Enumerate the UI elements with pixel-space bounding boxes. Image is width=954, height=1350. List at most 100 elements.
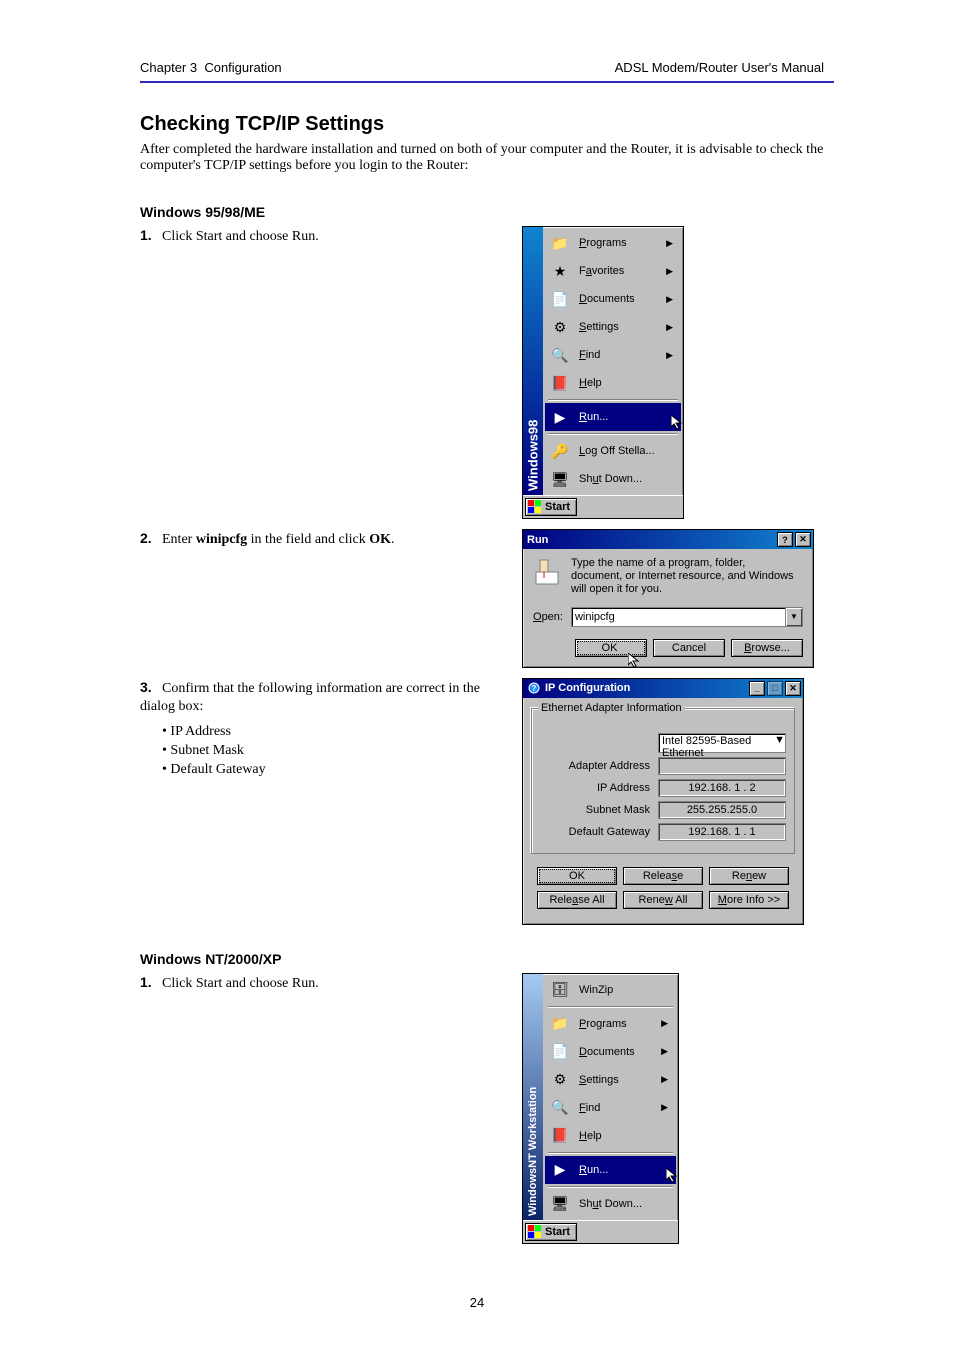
run-description: Type the name of a program, folder, docu… <box>571 557 803 597</box>
ipconfig-title: IP Configuration <box>545 682 630 694</box>
winnt-step1-text: 1.Click Start and choose Run. <box>140 973 522 994</box>
menu-item-documents[interactable]: 📄 Documents▶ <box>545 1038 676 1066</box>
browse-button[interactable]: Browse... <box>731 639 803 657</box>
run-titlebar: Run ? ✕ <box>523 530 813 549</box>
help-icon: 📕 <box>549 373 571 393</box>
gw-value: 192.168. 1 . 1 <box>658 823 786 841</box>
windows-logo-icon <box>528 500 542 514</box>
menu-item-settings[interactable]: ⚙ Settings▶ <box>545 1066 676 1094</box>
ok-button[interactable]: OK <box>537 867 617 885</box>
subsection-win98: Windows 95/98/ME <box>140 204 834 220</box>
ipconfig-titlebar: ? IP Configuration _ □ ✕ <box>523 679 803 698</box>
adapter-groupbox: Ethernet Adapter Information Intel 82595… <box>531 708 795 854</box>
start-menu-banner: WindowsNT Workstation <box>523 974 543 1220</box>
page-number: 24 <box>0 1295 954 1310</box>
shutdown-icon: 🖥 <box>549 1194 571 1214</box>
find-icon: 🔍 <box>549 1098 571 1118</box>
programs-icon: 📁 <box>549 233 571 253</box>
ipconfig-icon: ? <box>527 681 541 695</box>
header-rule <box>140 81 834 83</box>
menu-item-help[interactable]: 📕 Help <box>545 369 681 397</box>
help-button[interactable]: ? <box>777 532 793 547</box>
ipconfig-dialog: ? IP Configuration _ □ ✕ Ethernet Adapte… <box>522 678 804 925</box>
ip-value: 192.168. 1 . 2 <box>658 779 786 797</box>
win98-step3-text: 3.Confirm that the following information… <box>140 678 522 780</box>
settings-icon: ⚙ <box>549 1070 571 1090</box>
menu-item-logoff[interactable]: 🔑 Log Off Stella... <box>545 437 681 465</box>
menu-separator <box>548 433 678 435</box>
logoff-icon: 🔑 <box>549 441 571 461</box>
open-combobox[interactable]: ▼ <box>571 607 803 627</box>
start-button[interactable]: Start <box>525 1223 577 1241</box>
doc-title: ADSL Modem/Router User's Manual <box>615 60 824 75</box>
windows-logo-icon <box>528 1225 542 1239</box>
taskbar: Start <box>523 1220 678 1243</box>
close-button[interactable]: ✕ <box>785 681 801 696</box>
menu-item-help[interactable]: 📕 Help <box>545 1122 676 1150</box>
subsection-winnt: Windows NT/2000/XP <box>140 951 834 967</box>
menu-item-settings[interactable]: ⚙ Settings▶ <box>545 313 681 341</box>
ok-button[interactable]: OK <box>575 639 647 657</box>
menu-item-run[interactable]: ▶ Run... <box>545 403 681 431</box>
menu-separator <box>548 1006 673 1008</box>
menu-item-shutdown[interactable]: 🖥 Shut Down... <box>545 465 681 493</box>
favorites-icon: ★ <box>549 261 571 281</box>
maximize-button[interactable]: □ <box>767 681 783 696</box>
close-button[interactable]: ✕ <box>795 532 811 547</box>
menu-item-documents[interactable]: 📄 Documents▶ <box>545 285 681 313</box>
section-title: Checking TCP/IP Settings <box>140 113 834 136</box>
dropdown-button[interactable]: ▼ <box>774 734 785 752</box>
find-icon: 🔍 <box>549 345 571 365</box>
menu-item-winzip[interactable]: 🗄 WinZip <box>545 976 676 1004</box>
run-title: Run <box>527 534 548 546</box>
adapter-address-label: Adapter Address <box>540 760 658 772</box>
winzip-icon: 🗄 <box>549 980 571 1000</box>
run-icon: ▶ <box>549 1160 571 1180</box>
menu-item-programs[interactable]: 📁 Programs▶ <box>545 1010 676 1038</box>
winnt-start-menu: WindowsNT Workstation 🗄 WinZip 📁 Program… <box>522 973 679 1244</box>
help-icon: 📕 <box>549 1126 571 1146</box>
menu-item-find[interactable]: 🔍 Find▶ <box>545 341 681 369</box>
start-menu-banner: Windows98 <box>523 227 543 495</box>
shutdown-icon: 🖥 <box>549 469 571 489</box>
menu-item-programs[interactable]: 📁 Programs▶ <box>545 229 681 257</box>
open-label: Open: <box>533 611 563 623</box>
menu-separator <box>548 1152 673 1154</box>
minimize-button[interactable]: _ <box>749 681 765 696</box>
menu-item-find[interactable]: 🔍 Find▶ <box>545 1094 676 1122</box>
gw-label: Default Gateway <box>540 826 658 838</box>
menu-separator <box>548 399 678 401</box>
win98-step2-text: 2.Enter winipcfg in the field and click … <box>140 529 522 550</box>
menu-item-run[interactable]: ▶ Run... <box>545 1156 676 1184</box>
menu-separator <box>548 1186 673 1188</box>
documents-icon: 📄 <box>549 289 571 309</box>
ip-label: IP Address <box>540 782 658 794</box>
adapter-combo[interactable]: Intel 82595-Based Ethernet ▼ <box>658 733 786 753</box>
mask-label: Subnet Mask <box>540 804 658 816</box>
chapter-label: Chapter 3 Configuration <box>140 60 282 75</box>
mask-value: 255.255.255.0 <box>658 801 786 819</box>
section-intro: After completed the hardware installatio… <box>140 142 834 174</box>
win98-start-menu: Windows98 📁 Programs▶ ★ Favorites▶ 📄 <box>522 226 684 519</box>
run-icon: ▶ <box>549 407 571 427</box>
taskbar: Start <box>523 495 683 518</box>
release-button[interactable]: Release <box>623 867 703 885</box>
menu-item-shutdown[interactable]: 🖥 Shut Down... <box>545 1190 676 1218</box>
group-title: Ethernet Adapter Information <box>538 702 685 714</box>
run-dialog-icon <box>533 557 561 587</box>
release-all-button[interactable]: Release All <box>537 891 617 909</box>
win98-step1-text: 1.Click Start and choose Run. <box>140 226 522 247</box>
more-info-button[interactable]: More Info >> <box>709 891 789 909</box>
start-button[interactable]: Start <box>525 498 577 516</box>
open-input[interactable] <box>572 608 785 626</box>
menu-item-favorites[interactable]: ★ Favorites▶ <box>545 257 681 285</box>
renew-button[interactable]: Renew <box>709 867 789 885</box>
svg-text:?: ? <box>532 684 537 693</box>
programs-icon: 📁 <box>549 1014 571 1034</box>
cancel-button[interactable]: Cancel <box>653 639 725 657</box>
renew-all-button[interactable]: Renew All <box>623 891 703 909</box>
settings-icon: ⚙ <box>549 317 571 337</box>
adapter-address-value <box>658 757 786 775</box>
dropdown-button[interactable]: ▼ <box>785 608 802 626</box>
run-dialog: Run ? ✕ Type the name of a program, fold… <box>522 529 814 668</box>
